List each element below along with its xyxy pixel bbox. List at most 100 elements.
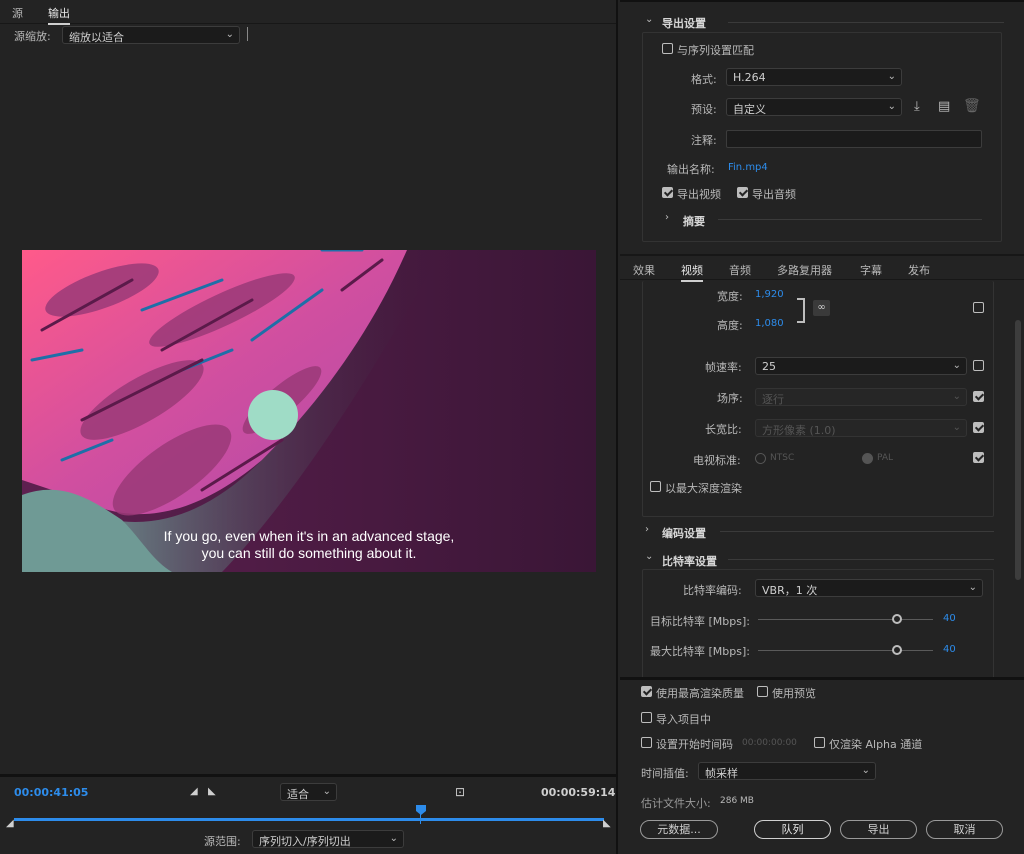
source-range-label: 源范围: [204,835,241,848]
preset-select[interactable]: 自定义 ⌄ [726,98,902,116]
aspect-value: 方形像素 (1.0) [762,424,836,437]
tab-video[interactable]: 视频 [681,262,703,282]
aspect-toggle-icon[interactable]: ⊡ [455,785,465,799]
render-alpha-checkbox[interactable] [814,737,825,748]
summary-label[interactable]: 摘要 [683,213,705,229]
source-range-select[interactable]: 序列切入/序列切出 ⌄ [252,830,404,848]
use-previews-label: 使用预览 [772,687,816,700]
width-height-checkbox[interactable] [973,302,984,313]
tv-standard-checkbox[interactable] [973,452,984,463]
encoding-settings-title[interactable]: 编码设置 [662,525,706,541]
metadata-button[interactable]: 元数据... [640,820,718,839]
import-project-checkbox[interactable] [641,712,652,723]
match-sequence-checkbox[interactable] [662,43,673,54]
format-label: 格式: [691,73,717,86]
field-order-value: 逐行 [762,393,784,406]
estimated-size-value: 286 MB [720,796,754,806]
bitrate-rule [728,559,994,560]
aspect-select[interactable]: 方形像素 (1.0) ⌄ [755,419,967,437]
estimated-size-label: 估计文件大小: [641,797,711,810]
frame-rate-checkbox[interactable] [973,360,984,371]
tab-effects[interactable]: 效果 [633,262,655,278]
playhead[interactable] [416,805,426,815]
chevron-down-icon: ⌄ [968,582,977,593]
source-scale-select[interactable]: 缩放以适合 ⌄ [62,26,240,44]
header-rule [728,22,1004,23]
save-preset-icon[interactable]: ⤓ [914,99,920,114]
subtitle-line-1: If you go, even when it's in an advanced… [164,528,455,544]
max-render-quality-checkbox[interactable] [641,686,652,697]
aspect-label: 长宽比: [705,423,742,436]
export-audio-checkbox[interactable] [737,187,748,198]
max-bitrate-slider[interactable] [758,650,933,651]
timeline-track[interactable] [14,818,604,821]
mark-out-icon[interactable]: ◣ [208,786,216,797]
tab-output[interactable]: 输出 [48,5,70,25]
height-label: 高度: [717,319,743,332]
comment-input[interactable] [726,130,982,148]
target-bitrate-slider[interactable] [758,619,933,620]
encoding-rule [720,531,994,532]
chevron-down-icon: ⌄ [861,765,870,776]
chevron-down-icon[interactable]: ⌄ [645,551,653,562]
timeline-start-handle-icon[interactable]: ◢ [6,818,14,829]
video-preview: If you go, even when it's in an advanced… [22,250,596,572]
import-preset-icon[interactable]: ▤ [938,99,950,114]
start-timecode-label: 设置开始时间码 [656,738,733,751]
divider [247,27,248,41]
max-depth-checkbox[interactable] [650,481,661,492]
delete-preset-icon[interactable]: 🗑 [963,98,981,114]
chevron-right-icon[interactable]: › [665,212,669,223]
aspect-checkbox[interactable] [973,422,984,433]
width-label: 宽度: [717,290,743,303]
target-bitrate-value[interactable]: 40 [943,613,956,624]
frame-rate-label: 帧速率: [705,361,742,374]
output-name-link[interactable]: Fin.mp4 [728,162,768,173]
bitrate-encoding-select[interactable]: VBR，1 次 ⌄ [755,579,983,597]
format-select[interactable]: H.264 ⌄ [726,68,902,86]
bottom-divider [620,677,1024,680]
chevron-down-icon: ⌄ [225,29,234,40]
ntsc-radio[interactable] [755,453,766,464]
chevron-right-icon[interactable]: › [645,524,649,535]
max-bitrate-value[interactable]: 40 [943,644,956,655]
right-top-border [620,0,1024,2]
frame-rate-value: 25 [762,360,776,373]
source-range-value: 序列切入/序列切出 [259,835,351,848]
pal-radio[interactable] [862,453,873,464]
max-bitrate-knob[interactable] [892,645,902,655]
target-bitrate-knob[interactable] [892,614,902,624]
link-dimensions-icon[interactable]: ∞ [813,300,830,316]
in-timecode[interactable]: 00:00:41:05 [14,786,88,799]
start-timecode-checkbox[interactable] [641,737,652,748]
bitrate-encoding-value: VBR，1 次 [762,584,818,597]
width-value[interactable]: 1,920 [755,289,784,300]
match-sequence-label: 与序列设置匹配 [677,44,754,57]
timeline-end-handle-icon[interactable]: ◣ [603,818,611,829]
fit-select[interactable]: 适合 ⌄ [280,783,337,801]
queue-button[interactable]: 队列 [754,820,831,839]
height-value[interactable]: 1,080 [755,318,784,329]
output-name-label: 输出名称: [667,163,715,176]
field-order-select[interactable]: 逐行 ⌄ [755,388,967,406]
tv-standard-label: 电视标准: [693,454,741,467]
time-interpolation-select[interactable]: 帧采样 ⌄ [698,762,876,780]
use-previews-checkbox[interactable] [757,686,768,697]
source-scale-value: 缩放以适合 [69,31,124,44]
format-value: H.264 [733,71,766,84]
field-order-checkbox[interactable] [973,391,984,402]
export-video-checkbox[interactable] [662,187,673,198]
mark-in-icon[interactable]: ◢ [190,786,198,797]
tab-captions[interactable]: 字幕 [860,262,882,278]
settings-scrollbar[interactable] [1015,320,1021,580]
cancel-button[interactable]: 取消 [926,820,1003,839]
tab-audio[interactable]: 音频 [729,262,751,278]
tab-multiplexer[interactable]: 多路复用器 [777,262,832,278]
tab-source[interactable]: 源 [12,5,23,21]
section-divider [620,254,1024,256]
chevron-down-icon[interactable]: ⌄ [645,14,653,25]
tab-publish[interactable]: 发布 [908,262,930,278]
playhead-line [420,814,421,824]
export-button[interactable]: 导出 [840,820,917,839]
frame-rate-select[interactable]: 25 ⌄ [755,357,967,375]
